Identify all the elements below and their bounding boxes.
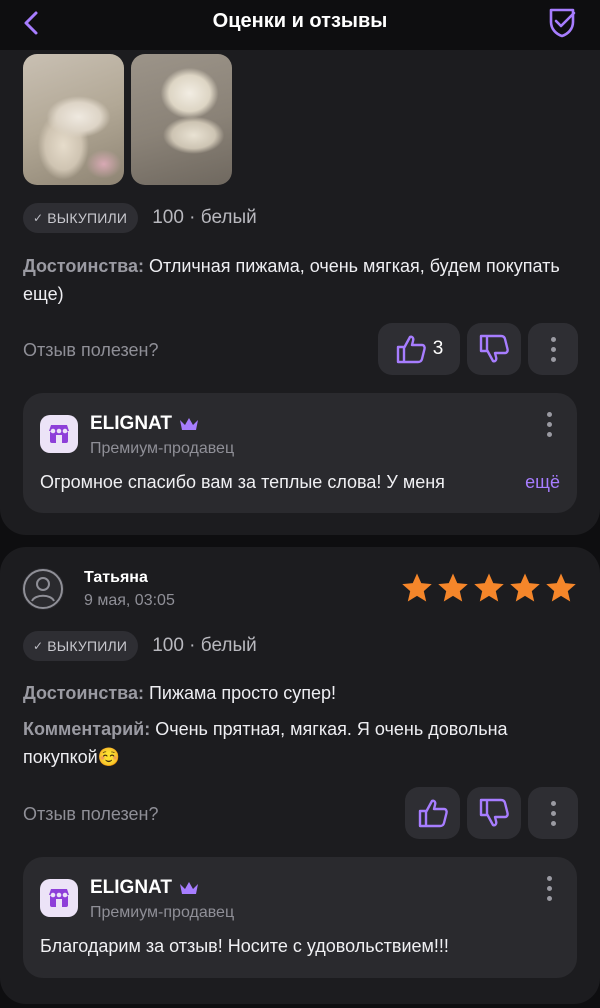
seller-reply: ELIGNAT Премиум-продавец Благодарим за о… <box>23 857 577 978</box>
seller-logo <box>40 879 78 917</box>
thumbs-up-icon <box>418 799 448 828</box>
review-photo[interactable] <box>23 54 124 185</box>
variant-info: 100 · белый <box>152 207 257 228</box>
thumbs-down-icon <box>479 334 509 363</box>
purchased-badge: ✓ ВЫКУПИЛИ <box>23 631 139 661</box>
top-bar: Оценки и отзывы <box>0 0 600 50</box>
shop-icon <box>49 889 69 907</box>
pros-text: Достоинства: Пижама просто супер! <box>23 679 583 707</box>
sad-face-icon <box>23 569 63 609</box>
rating-stars <box>400 571 578 605</box>
review-photo[interactable] <box>131 54 232 185</box>
purchased-badge: ✓ ВЫКУПИЛИ <box>23 203 139 233</box>
review-card: ✓ ВЫКУПИЛИ 100 · белый Достоинства: Отлич… <box>0 0 600 535</box>
star-icon <box>402 573 432 602</box>
seller-name-text: ELIGNAT <box>90 413 172 434</box>
star-icon <box>438 573 468 602</box>
seller-reply: ELIGNAT Премиум-продавец Огромное спасиб… <box>23 393 577 513</box>
expand-reply-link[interactable]: ещё <box>525 472 560 493</box>
star-icon <box>474 573 504 602</box>
reply-more-button[interactable] <box>537 407 561 441</box>
review-author: Татьяна <box>84 569 148 586</box>
pros-label: Достоинства: <box>23 256 144 276</box>
star-icon <box>546 573 576 602</box>
thumbs-down-icon <box>479 798 509 827</box>
pros-value: Пижама просто супер! <box>143 683 337 703</box>
dislike-button[interactable] <box>467 323 521 375</box>
seller-name: ELIGNAT <box>90 877 200 899</box>
more-vertical-icon <box>546 411 552 437</box>
avatar <box>22 568 64 610</box>
shield-check-icon <box>549 8 576 38</box>
like-button[interactable] <box>405 787 460 839</box>
review-more-button[interactable] <box>528 787 578 839</box>
seller-name-text: ELIGNAT <box>90 877 172 898</box>
reply-more-button[interactable] <box>537 871 561 905</box>
purchase-info: ✓ ВЫКУПИЛИ 100 · белый <box>23 631 257 661</box>
review-date: 9 мая, 03:05 <box>84 592 175 609</box>
seller-name: ELIGNAT <box>90 413 200 435</box>
like-count: 3 <box>432 338 444 359</box>
pros-label: Достоинства: <box>23 683 144 703</box>
like-button[interactable]: 3 <box>378 323 460 375</box>
dislike-button[interactable] <box>467 787 521 839</box>
crown-icon <box>179 882 198 894</box>
reply-text: Благодарим за отзыв! Носите с удовольств… <box>40 936 449 956</box>
reply-text: Огромное спасибо вам за теплые слова! У … <box>40 472 445 492</box>
seller-type: Премиум-продавец <box>90 904 235 921</box>
thumbs-up-icon <box>396 335 426 364</box>
variant-info: 100 · белый <box>152 635 257 656</box>
helpful-label: Отзыв полезен? <box>23 340 159 360</box>
crown-icon <box>179 418 198 430</box>
pros-text: Достоинства: Отличная пижама, очень мягк… <box>23 252 583 308</box>
check-icon: ✓ <box>33 211 44 225</box>
verified-reviews-button[interactable] <box>544 4 580 40</box>
more-vertical-icon <box>546 875 552 901</box>
review-more-button[interactable] <box>528 323 578 375</box>
seller-type: Премиум-продавец <box>90 440 235 457</box>
more-vertical-icon <box>550 800 556 826</box>
page-title: Оценки и отзывы <box>212 10 388 32</box>
purchased-badge-label: ВЫКУПИЛИ <box>47 210 128 226</box>
comment-text: Комментарий: Очень прятная, мягкая. Я оч… <box>23 715 583 771</box>
purchased-badge-label: ВЫКУПИЛИ <box>47 638 128 654</box>
shop-icon <box>49 425 69 443</box>
seller-logo <box>40 415 78 453</box>
check-icon: ✓ <box>33 639 44 653</box>
purchase-info: ✓ ВЫКУПИЛИ 100 · белый <box>23 203 257 233</box>
star-icon <box>510 573 540 602</box>
comment-label: Комментарий: <box>23 719 151 739</box>
helpful-label: Отзыв полезен? <box>23 804 159 824</box>
more-vertical-icon <box>550 336 556 362</box>
